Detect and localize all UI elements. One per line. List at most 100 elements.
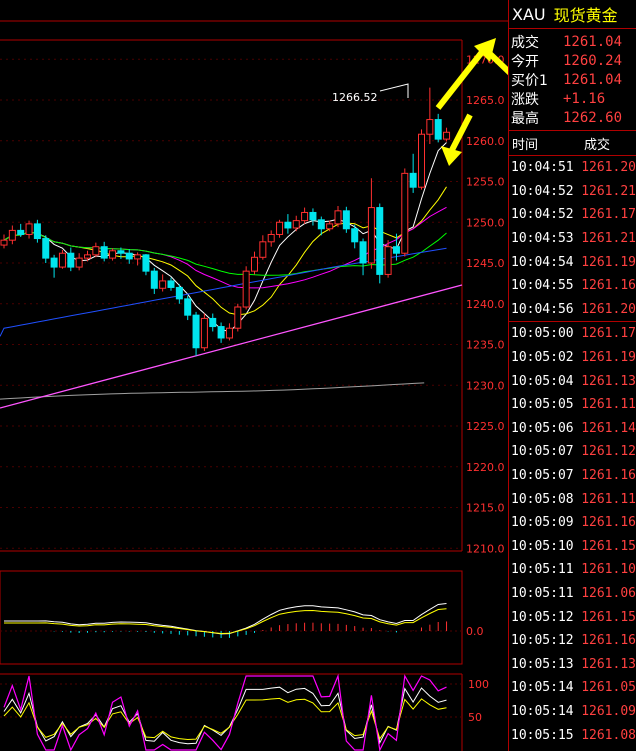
quote-row-change: 涨跌 +1.16 xyxy=(509,89,636,108)
macd-dea-line xyxy=(4,608,447,635)
candle-body xyxy=(284,221,292,229)
price-axis-label: 1220.0 xyxy=(466,461,505,474)
quote-label: 涨跌 xyxy=(511,91,539,108)
tick-time: 10:05:09 xyxy=(511,515,574,531)
candle-body xyxy=(175,286,183,300)
tick-list-header: 时间 成交 xyxy=(509,130,636,156)
candle-body xyxy=(317,219,325,230)
kdj-d-line xyxy=(3,697,447,741)
tick-price: 1261.19 xyxy=(581,350,636,366)
candle-body xyxy=(359,241,367,264)
tick-price: 1261.21 xyxy=(581,183,636,199)
tick-price: 1261.16 xyxy=(581,468,636,484)
candle-body xyxy=(50,257,58,268)
high-price-label: 1266.52 xyxy=(332,91,378,104)
tick-time: 10:04:52 xyxy=(511,183,574,199)
instrument-symbol: XAU xyxy=(512,4,546,24)
tick-row: 10:05:00 1261.17 xyxy=(509,321,636,346)
quote-panel: 成交 1261.04 今开 1260.24 买价1 1261.04 涨跌 +1.… xyxy=(509,29,636,127)
tick-price: 1261.15 xyxy=(581,609,636,625)
tick-time: 10:05:10 xyxy=(511,538,574,554)
kline-chart-panel[interactable]: 1270.01265.01260.01255.01250.01245.01240… xyxy=(0,0,508,751)
tick-list[interactable]: 10:04:51 1261.20 10:04:52 1261.21 10:04:52 12… xyxy=(509,156,636,747)
candle-body xyxy=(117,250,125,254)
tick-row: 10:05:13 1261.13 xyxy=(509,652,636,676)
tick-row: 10:05:04 1261.13 xyxy=(509,369,636,393)
tick-time: 10:05:14 xyxy=(511,680,574,696)
macd-panel xyxy=(0,570,463,665)
candle-body xyxy=(100,246,108,259)
tick-time: 10:04:55 xyxy=(511,278,574,294)
tick-row: 10:04:54 1261.19 xyxy=(509,250,636,274)
tick-row: 10:05:14 1261.09 xyxy=(509,700,636,724)
instrument-name: 现货黄金 xyxy=(553,6,618,25)
candle-body xyxy=(276,221,284,235)
candle-body xyxy=(418,133,425,188)
tick-row: 10:05:08 1261.11 xyxy=(509,487,636,511)
tick-price: 1261.12 xyxy=(581,444,636,460)
tick-price: 1261.20 xyxy=(581,160,636,176)
price-axis-label: 1265.0 xyxy=(466,94,505,107)
tick-time: 10:04:56 xyxy=(511,301,574,317)
tick-price: 1261.16 xyxy=(581,633,636,649)
quote-row-high: 最高 1262.60 xyxy=(509,108,636,127)
tick-time: 10:05:13 xyxy=(511,656,574,672)
tick-time: 10:05:07 xyxy=(511,468,574,484)
tick-time: 10:05:14 xyxy=(511,703,574,719)
tick-time: 10:04:53 xyxy=(511,231,574,247)
tick-time: 10:05:06 xyxy=(511,420,574,436)
price-axis-label: 1235.0 xyxy=(466,339,505,352)
tick-row: 10:05:05 1261.11 xyxy=(509,393,636,417)
candle-body xyxy=(209,317,217,328)
quote-value: +1.16 xyxy=(563,90,606,107)
osc-axis-50: 50 xyxy=(468,711,482,724)
tick-time: 10:05:12 xyxy=(511,609,574,625)
price-axis-label: 1250.0 xyxy=(466,216,505,229)
tick-row: 10:05:12 1261.16 xyxy=(509,629,636,653)
instrument-header: XAU 现货黄金 xyxy=(509,0,636,29)
price-axis-label: 1215.0 xyxy=(466,502,505,515)
tick-price: 1261.08 xyxy=(581,727,636,743)
quote-row-bid: 买价1 1261.04 xyxy=(509,70,636,89)
candle-body xyxy=(351,228,359,243)
tick-time: 10:05:12 xyxy=(511,633,574,649)
tick-price: 1261.05 xyxy=(581,680,636,696)
candle-body xyxy=(33,223,41,240)
tick-row: 10:04:51 1261.20 xyxy=(509,156,636,180)
quote-label: 成交 xyxy=(511,34,539,51)
candle-body xyxy=(192,314,200,349)
tick-price: 1261.15 xyxy=(581,538,636,554)
candle-body xyxy=(67,252,75,268)
tick-price-header: 成交 xyxy=(584,137,611,153)
candle-body xyxy=(401,172,409,254)
tick-row: 10:04:55 1261.16 xyxy=(509,274,636,298)
tick-time: 10:04:52 xyxy=(511,207,574,223)
quote-value: 1262.60 xyxy=(563,109,623,126)
tick-price: 1261.13 xyxy=(581,656,636,672)
candle-body xyxy=(200,317,208,349)
quote-row-last: 成交 1261.04 xyxy=(509,32,636,51)
candle-body xyxy=(159,280,167,289)
tick-price: 1261.17 xyxy=(581,326,636,342)
tick-row: 10:05:11 1261.06 xyxy=(509,582,636,606)
price-axis-label: 1210.0 xyxy=(466,542,505,555)
candle-body xyxy=(42,238,50,259)
high-price-annotation: 1266.52 xyxy=(332,83,409,104)
candle-body xyxy=(292,220,300,229)
support-trendline[interactable] xyxy=(0,284,463,409)
tick-time: 10:05:04 xyxy=(511,373,574,389)
candle-body xyxy=(0,239,8,246)
candlestick-series xyxy=(0,87,451,356)
price-axis-label: 1260.0 xyxy=(466,135,505,148)
tick-time: 10:05:00 xyxy=(511,326,574,342)
tick-row: 10:04:52 1261.21 xyxy=(509,180,636,204)
quote-row-open: 今开 1260.24 xyxy=(509,51,636,70)
tick-row: 10:04:53 1261.21 xyxy=(509,227,636,251)
candle-body xyxy=(251,256,258,272)
quote-label: 今开 xyxy=(511,53,539,70)
tick-row: 10:04:56 1261.20 xyxy=(509,298,636,322)
price-axis-label: 1245.0 xyxy=(466,257,505,270)
tick-time: 10:05:05 xyxy=(511,397,574,413)
osc-axis-100: 100 xyxy=(468,678,489,691)
tick-time: 10:04:51 xyxy=(511,160,574,176)
